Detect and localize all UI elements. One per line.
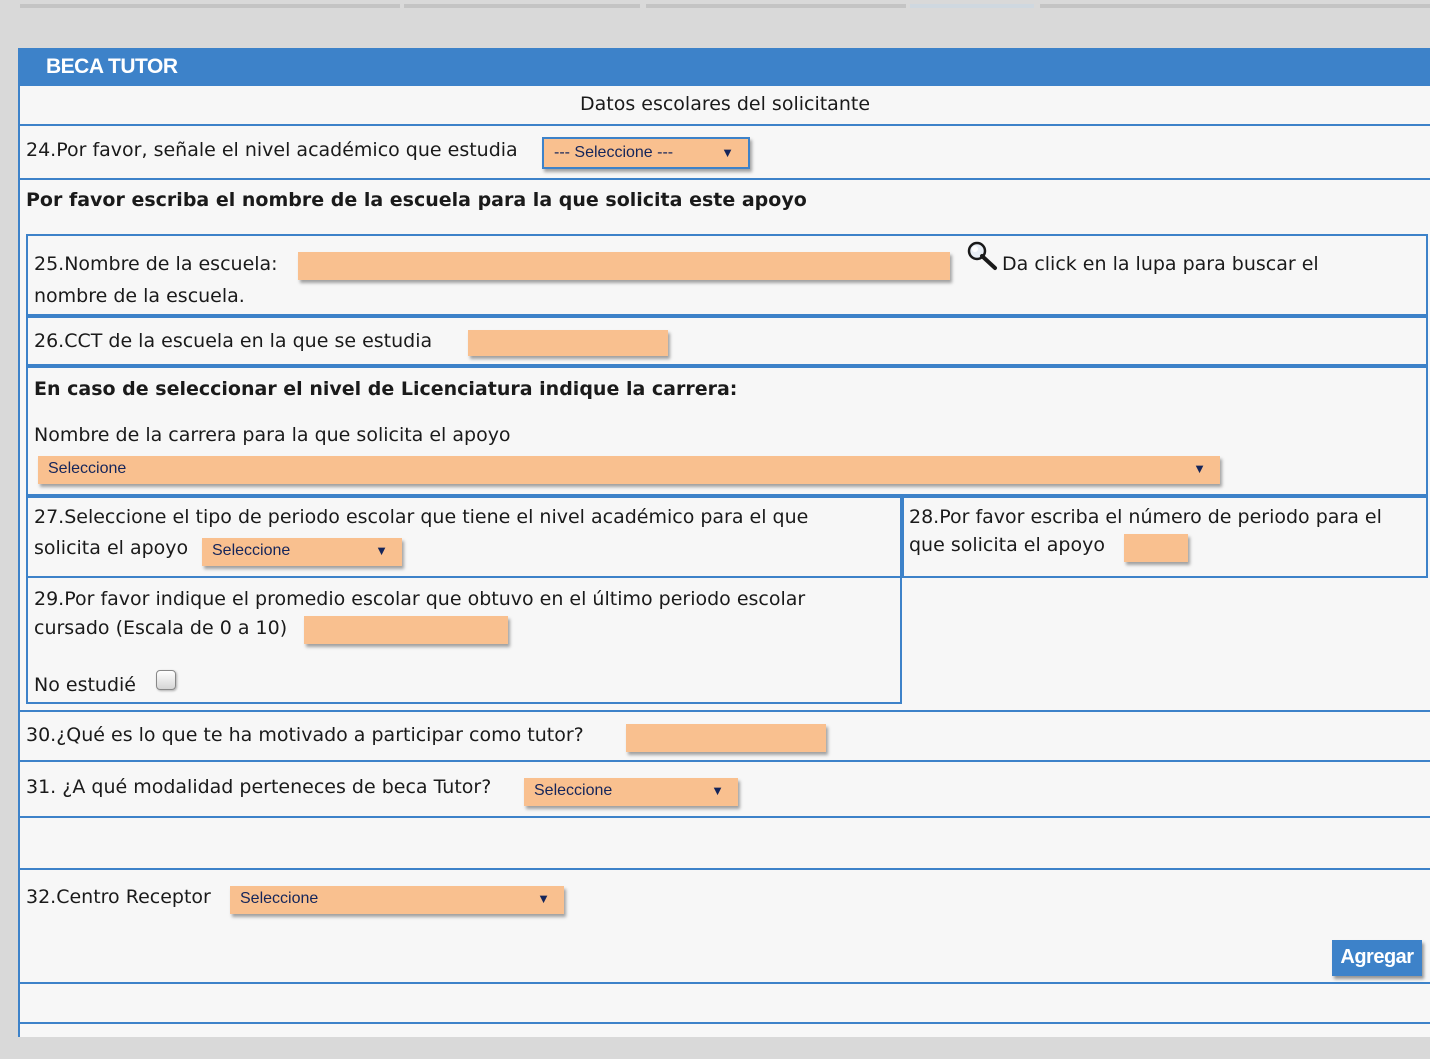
periodo-tipo-select-value: Seleccione bbox=[212, 542, 291, 559]
toolbar-divider bbox=[404, 4, 640, 8]
carrera-select[interactable]: Seleccione ▼ bbox=[38, 456, 1220, 484]
toolbar-divider bbox=[1040, 4, 1430, 8]
triangle-down-icon: ▼ bbox=[537, 891, 550, 906]
centro-receptor-select-value: Seleccione bbox=[240, 890, 319, 907]
q32-row: 32.Centro Receptor Seleccione ▼ Agregar bbox=[20, 870, 1430, 984]
carrera-label: Nombre de la carrera para la que solicit… bbox=[34, 424, 511, 446]
bottom-empty-row bbox=[20, 984, 1430, 1024]
q27-label-line2: solicita el apoyo bbox=[34, 537, 189, 559]
licenciatura-heading: En caso de seleccionar el nivel de Licen… bbox=[34, 378, 738, 400]
toolbar-divider bbox=[646, 4, 906, 8]
q27-label-line1: 27.Seleccione el tipo de periodo escolar… bbox=[34, 506, 809, 528]
school-heading: Por favor escriba el nombre de la escuel… bbox=[26, 189, 807, 211]
empty-row bbox=[20, 818, 1430, 870]
q24-label: 24.Por favor, señale el nivel académico … bbox=[26, 139, 518, 161]
triangle-down-icon: ▼ bbox=[711, 783, 724, 798]
nivel-academico-select-value: --- Seleccione --- bbox=[554, 144, 674, 161]
q32-label: 32.Centro Receptor bbox=[26, 886, 211, 908]
panel-title: BECA TUTOR bbox=[20, 48, 1430, 86]
no-estudie-label: No estudié bbox=[34, 674, 136, 696]
toolbar-divider bbox=[910, 4, 1034, 8]
carrera-select-value: Seleccione bbox=[48, 460, 127, 477]
magnifier-icon[interactable] bbox=[966, 240, 1000, 272]
section-title-row: Datos escolares del solicitante bbox=[20, 86, 1430, 126]
cct-input[interactable] bbox=[468, 330, 668, 356]
q24-row: 24.Por favor, señale el nivel académico … bbox=[20, 126, 1430, 180]
top-toolbar-strip bbox=[0, 0, 1430, 48]
q28-box: 28.Por favor escriba el número de period… bbox=[902, 496, 1428, 578]
q30-label: 30.¿Qué es lo que te ha motivado a parti… bbox=[26, 724, 584, 746]
triangle-down-icon: ▼ bbox=[721, 145, 734, 160]
q31-row: 31. ¿A qué modalidad perteneces de beca … bbox=[20, 762, 1430, 818]
q26-box: 26.CCT de la escuela en la que se estudi… bbox=[26, 316, 1428, 366]
q26-label: 26.CCT de la escuela en la que se estudi… bbox=[34, 330, 433, 352]
periodo-tipo-select[interactable]: Seleccione ▼ bbox=[202, 538, 402, 566]
periodo-numero-input[interactable] bbox=[1124, 534, 1188, 562]
q31-label: 31. ¿A qué modalidad perteneces de beca … bbox=[26, 776, 492, 798]
q25-label: 25.Nombre de la escuela: bbox=[34, 253, 278, 275]
triangle-down-icon: ▼ bbox=[375, 543, 388, 558]
q28-label-line2: que solicita el apoyo bbox=[909, 534, 1105, 556]
q25-box: 25.Nombre de la escuela: Da click en la … bbox=[26, 234, 1428, 316]
q29-label-line2: cursado (Escala de 0 a 10) bbox=[34, 617, 288, 639]
motivacion-input[interactable] bbox=[626, 724, 826, 752]
modalidad-select[interactable]: Seleccione ▼ bbox=[524, 778, 738, 806]
toolbar-divider bbox=[20, 4, 400, 8]
licenciatura-box: En caso de seleccionar el nivel de Licen… bbox=[26, 366, 1428, 496]
q28-label-line1: 28.Por favor escriba el número de period… bbox=[909, 506, 1382, 528]
school-name-input[interactable] bbox=[298, 252, 950, 280]
q30-row: 30.¿Qué es lo que te ha motivado a parti… bbox=[20, 710, 1430, 762]
q25-hint-line2: nombre de la escuela. bbox=[34, 285, 245, 307]
section-title: Datos escolares del solicitante bbox=[579, 93, 871, 115]
add-button[interactable]: Agregar bbox=[1332, 940, 1422, 976]
q29-box: 29.Por favor indique el promedio escolar… bbox=[26, 576, 902, 704]
no-estudie-checkbox[interactable] bbox=[156, 670, 176, 690]
q29-label-line1: 29.Por favor indique el promedio escolar… bbox=[34, 588, 806, 610]
q25-hint-line1: Da click en la lupa para buscar el bbox=[1002, 253, 1319, 275]
q27-box: 27.Seleccione el tipo de periodo escolar… bbox=[26, 496, 902, 578]
modalidad-select-value: Seleccione bbox=[534, 782, 613, 799]
beca-tutor-panel: BECA TUTOR Datos escolares del solicitan… bbox=[18, 48, 1430, 1037]
centro-receptor-select[interactable]: Seleccione ▼ bbox=[230, 886, 564, 914]
triangle-down-icon: ▼ bbox=[1193, 461, 1206, 476]
promedio-input[interactable] bbox=[304, 616, 508, 644]
nivel-academico-select[interactable]: --- Seleccione --- ▼ bbox=[542, 137, 750, 169]
